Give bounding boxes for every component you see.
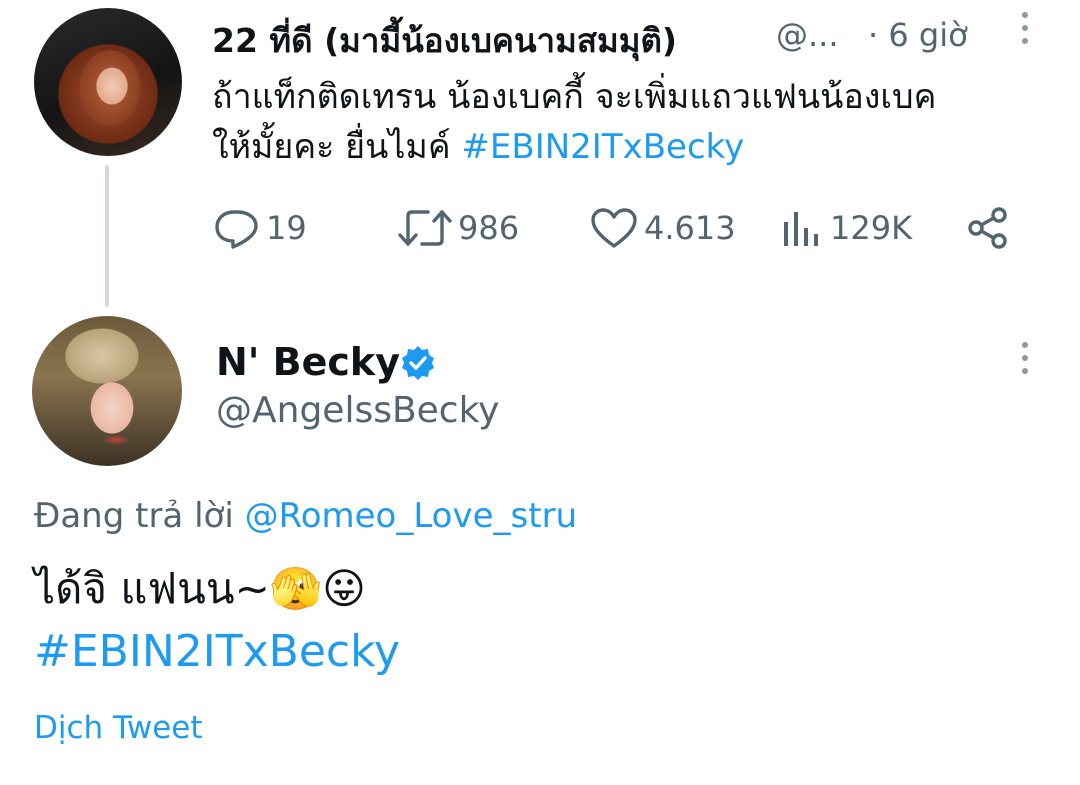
- tweet-timestamp[interactable]: · 6 giờ: [868, 16, 968, 54]
- share-button[interactable]: [966, 206, 1010, 250]
- retweet-button[interactable]: 986: [398, 206, 519, 250]
- replying-label: Đang trả lời: [34, 496, 234, 536]
- replying-to-line: Đang trả lời @Romeo_Love_stru: [34, 496, 577, 536]
- views-icon: [784, 212, 818, 246]
- tweet-text-segment: ให้มั้ยคะ ยื่นไมค์: [212, 127, 451, 167]
- retweet-count: 986: [458, 209, 520, 247]
- author-name[interactable]: N' Becky: [216, 340, 400, 384]
- retweet-icon: [398, 210, 452, 246]
- tweet-text: ถ้าแท็กติดเทรน น้องเบคกี้ จะเพิ่มแถวแฟนน…: [212, 72, 1052, 172]
- hashtag-link[interactable]: #EBIN2ITxBecky: [34, 626, 400, 677]
- tweet-text-line: ถ้าแท็กติดเทรน น้องเบคกี้ จะเพิ่มแถวแฟนน…: [212, 77, 937, 117]
- more-options-icon[interactable]: [1010, 338, 1040, 378]
- share-icon: [968, 207, 1007, 249]
- thread-connector-line: [105, 165, 109, 307]
- author-avatar[interactable]: [34, 8, 182, 156]
- like-count: 4.613: [644, 209, 736, 247]
- translate-tweet-link[interactable]: Dịch Tweet: [34, 710, 203, 746]
- more-options-icon[interactable]: [1010, 8, 1040, 48]
- reply-icon: [215, 210, 258, 249]
- author-name[interactable]: 22 ที่ดี (มามี้น้องเบคนามสมมุติ): [212, 14, 677, 67]
- author-handle[interactable]: @AngelssBecky: [216, 390, 499, 431]
- verified-icon: [402, 346, 434, 380]
- hashtag-link[interactable]: #EBIN2ITxBecky: [461, 127, 744, 167]
- tweet-text: ได้จิ แฟนน~🫣😛: [34, 564, 366, 613]
- author-handle[interactable]: @...: [776, 16, 839, 54]
- like-icon: [591, 208, 637, 248]
- views-count: 129K: [830, 209, 913, 247]
- mention-link[interactable]: @Romeo_Love_stru: [245, 496, 578, 536]
- reply-button[interactable]: 19: [214, 206, 307, 250]
- reply-count: 19: [266, 209, 307, 247]
- like-button[interactable]: 4.613: [590, 206, 736, 250]
- tweet-text-line: ให้มั้ยคะ ยื่นไมค์ #EBIN2ITxBecky: [212, 122, 1052, 172]
- views-button[interactable]: 129K: [780, 206, 912, 250]
- author-avatar[interactable]: [32, 316, 182, 466]
